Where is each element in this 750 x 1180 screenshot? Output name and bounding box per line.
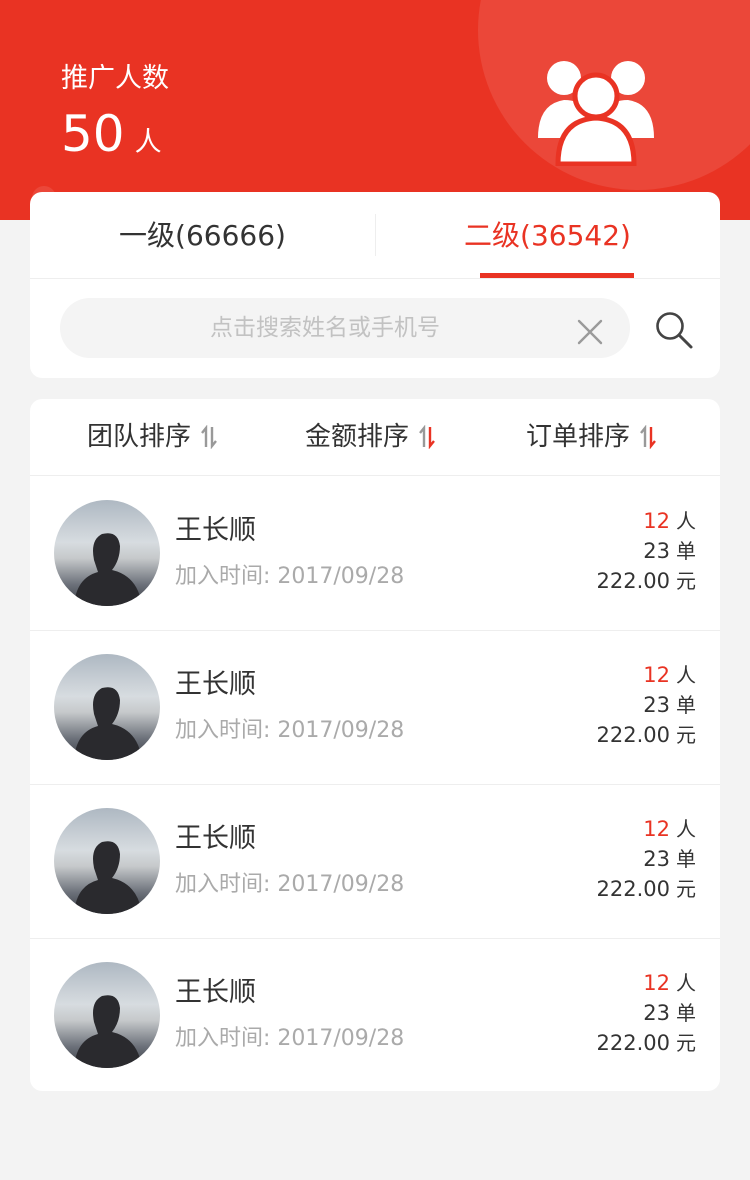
- member-people-unit: 人: [676, 509, 696, 533]
- member-stats: 12 人 23 单 222.00 元: [597, 660, 696, 750]
- member-order-count: 23: [643, 1001, 670, 1025]
- member-order-unit: 单: [676, 693, 696, 717]
- member-name: 王长顺: [175, 515, 256, 546]
- member-join-date: 加入时间: 2017/09/28: [175, 718, 405, 743]
- member-order-count: 23: [643, 693, 670, 717]
- sort-amount-button[interactable]: 金额排序: [305, 399, 435, 475]
- member-amount-unit: 元: [676, 723, 696, 747]
- member-people-count: 12: [643, 663, 670, 687]
- level-tabs-card: 一级(66666) 二级(36542): [30, 192, 720, 378]
- member-name: 王长顺: [175, 823, 256, 854]
- close-icon[interactable]: [576, 318, 604, 346]
- tab-level-one[interactable]: 一级(66666): [30, 192, 375, 278]
- member-name: 王长顺: [175, 669, 256, 700]
- level-tabs: 一级(66666) 二级(36542): [30, 192, 720, 279]
- member-join-date: 加入时间: 2017/09/28: [175, 872, 405, 897]
- list-item[interactable]: 王长顺 加入时间: 2017/09/28 12 人 23 单 222.00 元: [30, 630, 720, 785]
- active-tab-indicator: [480, 273, 634, 278]
- member-name: 王长顺: [175, 977, 256, 1008]
- avatar: [54, 500, 160, 606]
- sort-order-button[interactable]: 订单排序: [526, 399, 656, 475]
- member-amount: 222.00: [596, 877, 670, 901]
- member-people-count: 12: [643, 817, 670, 841]
- member-order-count: 23: [643, 847, 670, 871]
- member-amount-unit: 元: [676, 877, 696, 901]
- member-people-unit: 人: [676, 663, 696, 687]
- member-order-count: 23: [643, 539, 670, 563]
- sort-amount-label: 金额排序: [305, 422, 410, 452]
- member-stats: 12 人 23 单 222.00 元: [597, 506, 696, 596]
- member-amount-unit: 元: [676, 1031, 696, 1055]
- member-people-unit: 人: [676, 971, 696, 995]
- people-group-icon: [538, 61, 654, 166]
- promotion-count-label: 推广人数: [61, 63, 169, 94]
- search-box: [60, 298, 630, 358]
- member-people-count: 12: [643, 509, 670, 533]
- member-amount: 222.00: [596, 1031, 670, 1055]
- list-item[interactable]: 王长顺 加入时间: 2017/09/28 12 人 23 单 222.00 元: [30, 938, 720, 1091]
- sort-team-label: 团队排序: [87, 422, 192, 452]
- member-join-date: 加入时间: 2017/09/28: [175, 564, 405, 589]
- search-icon[interactable]: [654, 310, 694, 350]
- member-order-unit: 单: [676, 847, 696, 871]
- promotion-header: 推广人数 50 人: [0, 0, 750, 220]
- sort-team-button[interactable]: 团队排序: [87, 399, 217, 475]
- promotion-count-unit: 人: [134, 127, 162, 158]
- sort-bar: 团队排序 金额排序 订单排序: [30, 399, 720, 476]
- search-input[interactable]: [90, 298, 560, 358]
- member-stats: 12 人 23 单 222.00 元: [597, 968, 696, 1058]
- avatar: [54, 962, 160, 1068]
- member-order-unit: 单: [676, 539, 696, 563]
- member-amount-unit: 元: [676, 569, 696, 593]
- member-people-unit: 人: [676, 817, 696, 841]
- member-list-card: 团队排序 金额排序 订单排序 王长顺 加入时间: 2017/09/28 12 人…: [30, 399, 720, 1091]
- member-join-date: 加入时间: 2017/09/28: [175, 1026, 405, 1051]
- member-stats: 12 人 23 单 222.00 元: [597, 814, 696, 904]
- promotion-count-value: 50: [61, 105, 125, 163]
- member-amount: 222.00: [596, 723, 670, 747]
- list-item[interactable]: 王长顺 加入时间: 2017/09/28 12 人 23 单 222.00 元: [30, 784, 720, 939]
- avatar: [54, 654, 160, 760]
- member-amount: 222.00: [596, 569, 670, 593]
- member-order-unit: 单: [676, 1001, 696, 1025]
- list-item[interactable]: 王长顺 加入时间: 2017/09/28 12 人 23 单 222.00 元: [30, 476, 720, 631]
- tab-level-two[interactable]: 二级(36542): [375, 192, 720, 278]
- promotion-count: 50 人: [61, 104, 162, 176]
- sort-icon: [201, 425, 217, 449]
- avatar: [54, 808, 160, 914]
- sort-icon: [419, 425, 435, 449]
- sort-order-label: 订单排序: [526, 422, 631, 452]
- sort-icon: [640, 425, 656, 449]
- member-people-count: 12: [643, 971, 670, 995]
